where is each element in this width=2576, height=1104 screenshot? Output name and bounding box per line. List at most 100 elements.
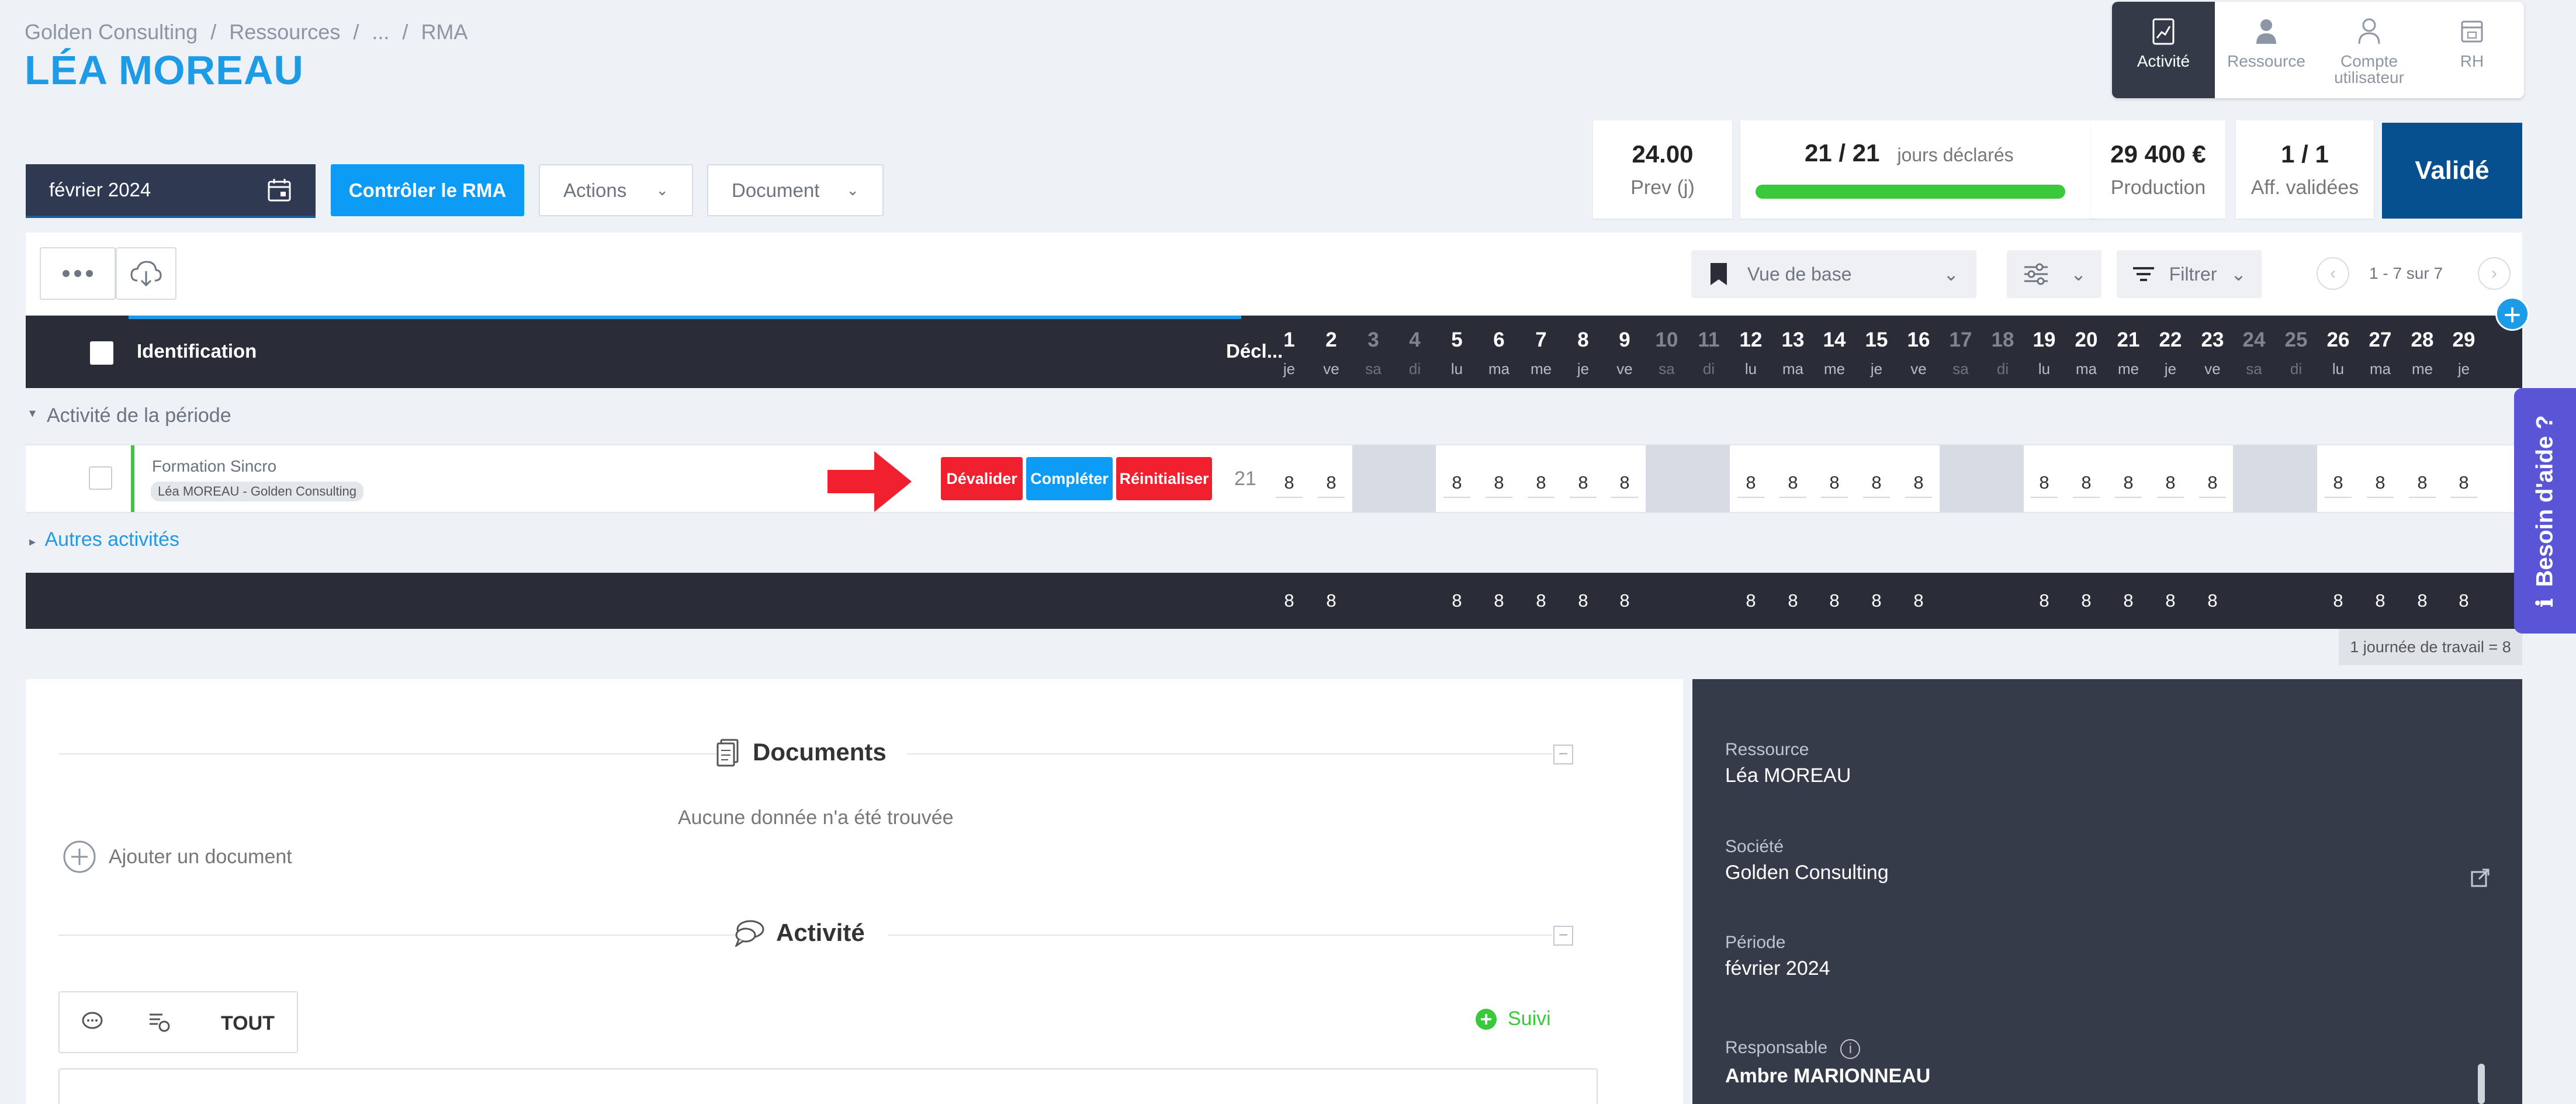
day-number: 23: [2201, 328, 2224, 351]
nav-tab-label: Activité: [2137, 52, 2190, 70]
nav-tab-activite[interactable]: Activité: [2112, 2, 2215, 98]
documents-empty-message: Aucune donnée n'a été trouvée: [678, 807, 954, 829]
breadcrumb-link-company[interactable]: Golden Consulting: [25, 20, 198, 44]
day-number: 17: [1949, 328, 1972, 351]
breadcrumb: Golden Consulting / Ressources / ... / R…: [25, 20, 468, 44]
day-cell[interactable]: 8: [1772, 445, 1814, 512]
day-cell-value: 8: [1570, 472, 1597, 498]
kpi-prev-label: Prev (j): [1630, 176, 1695, 199]
day-cell[interactable]: 8: [2065, 445, 2107, 512]
add-document-button[interactable]: Ajouter un document: [62, 839, 292, 874]
total-cell: 8: [2459, 590, 2469, 611]
view-selector[interactable]: Vue de base ⌄: [1691, 250, 1976, 298]
calendar-icon[interactable]: [266, 177, 292, 203]
control-rma-button[interactable]: Contrôler le RMA: [331, 164, 524, 216]
tab-comments[interactable]: [81, 1010, 104, 1033]
kpi-days-progress-fill: [1756, 185, 2065, 199]
more-horizontal-icon: [63, 270, 93, 277]
documents-icon: [716, 739, 739, 767]
documents-collapse-button[interactable]: −: [1553, 745, 1573, 764]
day-cell[interactable]: 8: [1436, 445, 1478, 512]
day-weekday: je: [1577, 360, 1590, 378]
total-cell: 8: [1578, 590, 1588, 611]
day-cell[interactable]: 8: [2359, 445, 2401, 512]
tab-log[interactable]: [147, 1010, 171, 1033]
table-row[interactable]: Formation Sincro Léa MOREAU - Golden Con…: [26, 444, 2522, 513]
view-selector-label: Vue de base: [1747, 263, 1852, 285]
day-cell-value: 8: [2073, 472, 2100, 498]
add-column-button[interactable]: +: [2495, 297, 2529, 331]
section-activite-periode[interactable]: ▾ Activité de la période: [26, 388, 2522, 444]
activity-input-box[interactable]: [58, 1068, 1598, 1104]
more-options-button[interactable]: [40, 247, 116, 300]
weekend-cell: [1688, 445, 1730, 512]
day-cell[interactable]: 8: [1855, 445, 1898, 512]
day-weekday: je: [2457, 360, 2470, 378]
weekend-cell: [2233, 445, 2275, 512]
activity-collapse-button[interactable]: −: [1553, 926, 1573, 946]
day-cell[interactable]: 8: [1520, 445, 1562, 512]
pagination-prev-button[interactable]: ‹: [2317, 257, 2349, 290]
day-header: 26 lu: [2317, 316, 2359, 388]
help-tab[interactable]: ℹ Besoin d'aide ?: [2514, 388, 2576, 634]
day-cell[interactable]: 8: [2191, 445, 2234, 512]
grid-header-accent: [129, 316, 1241, 319]
weekend-cell: [1646, 445, 1688, 512]
day-cell[interactable]: 8: [2443, 445, 2485, 512]
filter-button[interactable]: Filtrer ⌄: [2117, 250, 2262, 298]
month-selector[interactable]: février 2024: [26, 164, 316, 218]
document-dropdown[interactable]: Document ⌄: [707, 164, 884, 216]
breadcrumb-link-resources[interactable]: Ressources: [229, 20, 340, 44]
day-header: 4 di: [1394, 316, 1436, 388]
details-scrollbar[interactable]: [2478, 1064, 2485, 1104]
day-cell[interactable]: 8: [2317, 445, 2359, 512]
follow-button[interactable]: Suivi: [1475, 1008, 1551, 1030]
day-cell[interactable]: 8: [1268, 445, 1310, 512]
day-cell[interactable]: 8: [1562, 445, 1604, 512]
row-checkbox[interactable]: [89, 466, 112, 490]
day-cell[interactable]: 8: [2023, 445, 2065, 512]
column-settings-button[interactable]: ⌄: [2007, 250, 2101, 298]
nav-tab-compte-utilisateur[interactable]: Compte utilisateur: [2318, 2, 2421, 98]
day-number: 19: [2033, 328, 2056, 351]
day-header: 22 je: [2149, 316, 2191, 388]
day-cell[interactable]: 8: [1310, 445, 1352, 512]
nav-tab-rh[interactable]: RH: [2421, 2, 2523, 98]
company-label: Société: [1725, 837, 1784, 856]
download-button[interactable]: [116, 247, 176, 300]
breadcrumb-link-ellipsis[interactable]: ...: [372, 20, 389, 44]
day-cell[interactable]: 8: [1813, 445, 1855, 512]
reinitialiser-button[interactable]: Réinitialiser: [1116, 457, 1212, 500]
day-number: 16: [1907, 328, 1930, 351]
nav-tab-ressource[interactable]: Ressource: [2215, 2, 2318, 98]
other-activities-toggle[interactable]: ▸ Autres activités: [29, 528, 179, 551]
external-link-icon[interactable]: [2470, 867, 2491, 888]
day-header: 19 lu: [2023, 316, 2065, 388]
nav-tab-label: RH: [2460, 52, 2484, 70]
kpi-prev-card: 24.00 Prev (j): [1593, 120, 1732, 219]
plus-circle-icon: [63, 840, 96, 873]
devalider-button[interactable]: Dévalider: [941, 457, 1023, 500]
kpi-aff-label: Aff. validées: [2250, 176, 2359, 199]
day-header: 17 sa: [1940, 316, 1982, 388]
manager-label: Responsable i: [1725, 1038, 1861, 1059]
day-cell[interactable]: 8: [2107, 445, 2149, 512]
day-cell[interactable]: 8: [2401, 445, 2443, 512]
day-cell[interactable]: 8: [1730, 445, 1772, 512]
day-cell[interactable]: 8: [2149, 445, 2191, 512]
total-cell: [2233, 573, 2275, 629]
completer-button[interactable]: Compléter: [1026, 457, 1113, 500]
day-cell[interactable]: 8: [1604, 445, 1646, 512]
minus-icon: −: [1558, 745, 1569, 763]
day-number: 4: [1409, 328, 1421, 351]
day-cell[interactable]: 8: [1898, 445, 1940, 512]
pagination-next-button[interactable]: ›: [2478, 257, 2511, 290]
actions-dropdown[interactable]: Actions ⌄: [539, 164, 693, 216]
day-number: 21: [2117, 328, 2140, 351]
chevron-down-icon: ⌄: [2231, 264, 2246, 285]
caret-down-icon: ▾: [29, 406, 36, 420]
day-cell[interactable]: 8: [1478, 445, 1520, 512]
tab-all[interactable]: TOUT: [221, 1012, 275, 1035]
day-header: 2 ve: [1310, 316, 1352, 388]
select-all-checkbox[interactable]: [90, 341, 113, 365]
